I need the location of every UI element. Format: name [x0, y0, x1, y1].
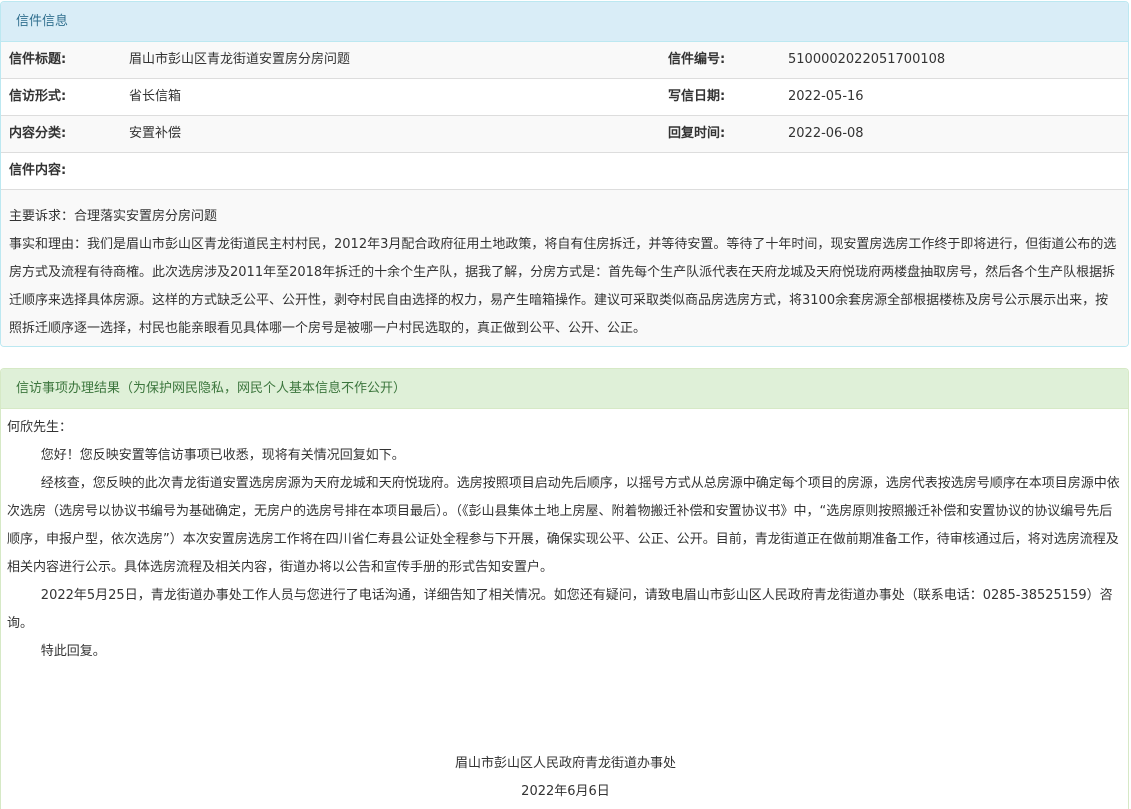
letter-form-value: 省长信箱 — [129, 89, 182, 104]
reply-signature: 眉山市彭山区人民政府青龙街道办事处 — [454, 756, 676, 771]
row-title: 信件标题: 眉山市彭山区青龙街道安置房分房问题 信件编号: 5100002022… — [1, 42, 1128, 79]
letter-content-label: 信件内容: — [9, 163, 67, 178]
letter-info-heading: 信件信息 — [1, 2, 1128, 42]
letter-info-panel: 信件信息 信件标题: 眉山市彭山区青龙街道安置房分房问题 信件编号: 51000… — [0, 1, 1129, 347]
letter-content-body: 主要诉求：合理落实安置房分房问题 事实和理由：我们是眉山市彭山区青龙街道民主村村… — [1, 190, 1128, 346]
letter-date-value: 2022-05-16 — [788, 89, 864, 104]
letter-date-label: 写信日期: — [668, 89, 726, 104]
letter-category-value: 安置补偿 — [129, 126, 182, 141]
reply-body: 何欣先生： 您好！您反映安置等信访事项已收悉，现将有关情况回复如下。 经核查，您… — [1, 409, 1128, 666]
reply-paragraph: 您好！您反映安置等信访事项已收悉，现将有关情况回复如下。 — [40, 448, 405, 463]
letter-category-label: 内容分类: — [9, 126, 67, 141]
letter-number-label: 信件编号: — [668, 52, 726, 67]
row-form: 信访形式: 省长信箱 写信日期: 2022-05-16 — [1, 79, 1128, 116]
reply-time-label: 回复时间: — [668, 126, 726, 141]
letter-number-value: 5100002022051700108 — [788, 52, 946, 67]
result-panel: 信访事项办理结果（为保护网民隐私，网民个人基本信息不作公开） 何欣先生： 您好！… — [0, 368, 1129, 809]
reply-paragraph: 经核查，您反映的此次青龙街道安置选房房源为天府龙城和天府悦珑府。选房按照项目启动… — [7, 476, 1120, 575]
letter-title-label: 信件标题: — [9, 52, 67, 67]
letter-title-value: 眉山市彭山区青龙街道安置房分房问题 — [129, 52, 351, 67]
letter-content-reason: 事实和理由：我们是眉山市彭山区青龙街道民主村村民，2012年3月配合政府征用土地… — [9, 237, 1117, 336]
letter-form-label: 信访形式: — [9, 89, 67, 104]
row-category: 内容分类: 安置补偿 回复时间: 2022-06-08 — [1, 116, 1128, 153]
row-content-label: 信件内容: — [1, 153, 1128, 190]
letter-content-demand: 主要诉求：合理落实安置房分房问题 — [9, 209, 218, 224]
reply-time-value: 2022-06-08 — [788, 126, 864, 141]
reply-paragraph: 特此回复。 — [40, 644, 106, 659]
reply-salutation: 何欣先生： — [7, 420, 73, 435]
reply-sign-date: 2022年6月6日 — [521, 784, 610, 799]
result-heading: 信访事项办理结果（为保护网民隐私，网民个人基本信息不作公开） — [1, 369, 1128, 409]
reply-paragraph: 2022年5月25日，青龙街道办事处工作人员与您进行了电话沟通，详细告知了相关情… — [7, 588, 1113, 631]
